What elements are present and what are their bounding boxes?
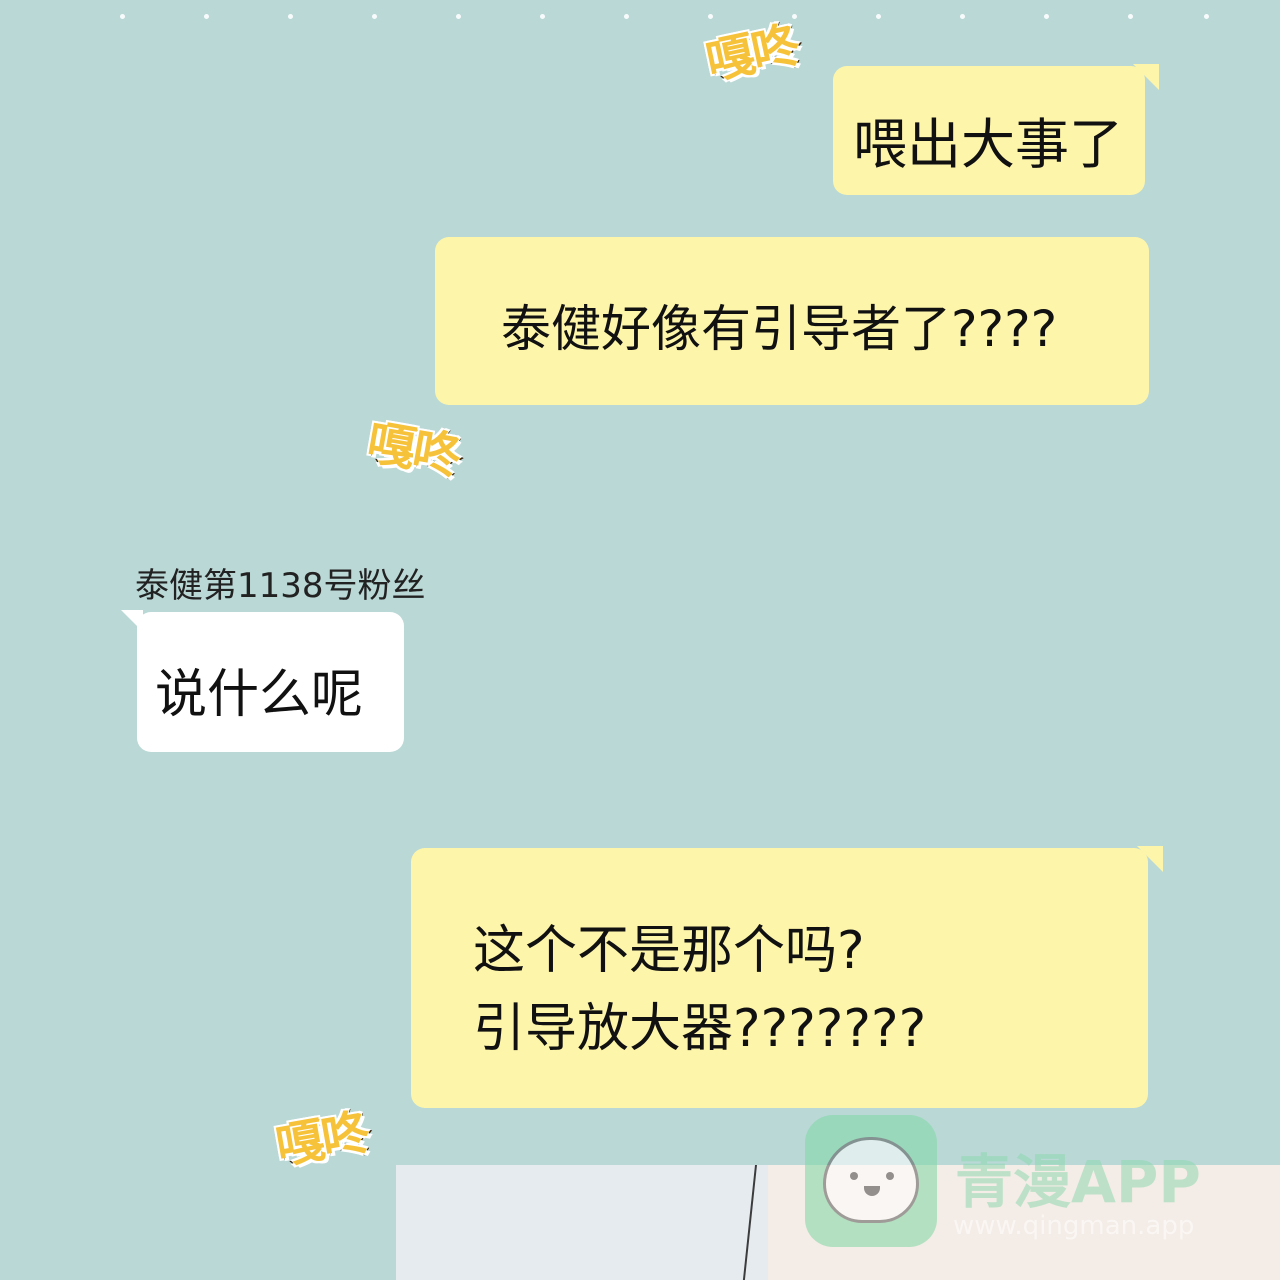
decor-dot: [120, 14, 125, 19]
bubble-tail: [1133, 64, 1159, 90]
cat-face-icon: [805, 1115, 937, 1247]
watermark-url: www.qingman.app: [953, 1211, 1195, 1241]
decor-dot: [876, 14, 881, 19]
cat-eye: [886, 1172, 894, 1180]
bubble-tail: [1137, 846, 1163, 872]
cat-eye: [850, 1172, 858, 1180]
message-text-line-2: 引导放大器???????: [473, 999, 927, 1059]
cat-mouth: [864, 1186, 880, 1196]
message-text: 喂出大事了: [853, 113, 1123, 176]
watermark-title: 青漫APP: [955, 1148, 1201, 1216]
decor-dot: [960, 14, 965, 19]
decor-dot: [288, 14, 293, 19]
cat-face: [823, 1137, 919, 1223]
decor-dot: [456, 14, 461, 19]
bubble-tail: [121, 610, 143, 632]
decor-dot: [372, 14, 377, 19]
message-text: 泰健好像有引导者了????: [501, 300, 1058, 358]
decor-dot: [204, 14, 209, 19]
chat-bubble-self[interactable]: 喂出大事了: [833, 64, 1159, 195]
decor-dot: [624, 14, 629, 19]
chat-bubble-other[interactable]: 说什么呢: [121, 610, 404, 752]
decor-dot: [708, 14, 713, 19]
chat-bubble-self[interactable]: 这个不是那个吗? 引导放大器???????: [411, 846, 1163, 1108]
sound-effect-text: 嘎咚: [361, 413, 464, 487]
decor-dot: [1128, 14, 1133, 19]
decor-dot: [1204, 14, 1209, 19]
decor-dot: [540, 14, 545, 19]
chat-bubble-self[interactable]: 泰健好像有引导者了????: [435, 237, 1149, 405]
message-text: 说什么呢: [155, 665, 364, 725]
sound-effect-text: 嘎咚: [270, 1103, 373, 1177]
sender-name: 泰健第1138号粉丝: [135, 566, 426, 606]
top-dot-row: [0, 0, 1280, 30]
message-text-line-1: 这个不是那个吗?: [473, 921, 865, 981]
decor-dot: [1044, 14, 1049, 19]
watermark: 青漫APP www.qingman.app: [805, 1115, 1265, 1255]
decor-dot: [792, 14, 797, 19]
